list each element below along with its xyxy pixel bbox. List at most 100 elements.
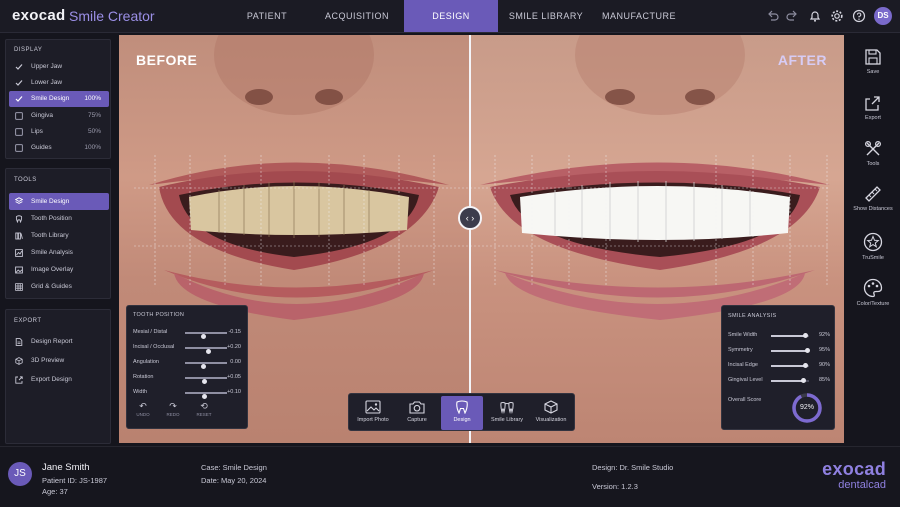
slider-knob[interactable]: [201, 364, 207, 369]
comparison-divider[interactable]: [469, 35, 471, 443]
reset-button[interactable]: ⟲ RESET: [192, 400, 216, 422]
tab-design[interactable]: DESIGN: [404, 0, 498, 32]
check-icon: [15, 80, 23, 86]
overall-score-label: Overall Score: [728, 397, 762, 403]
display-panel-title: DISPLAY: [14, 47, 43, 53]
export-panel: EXPORT Design Report 3D Preview Export D…: [5, 309, 111, 444]
divider-handle-icon[interactable]: ‹ ›: [458, 206, 482, 230]
slider-track[interactable]: [185, 332, 227, 339]
tab-acquisition[interactable]: ACQUISITION: [318, 0, 396, 32]
tab-patient[interactable]: PATIENT: [233, 0, 301, 32]
undo-button[interactable]: ↶ UNDO: [131, 400, 155, 422]
metric-bar: [771, 333, 809, 338]
trusmile-button[interactable]: TruSmile: [846, 232, 900, 261]
slider-label: Angulation: [133, 359, 159, 365]
smile-analysis-title: SMILE ANALYSIS: [728, 313, 777, 319]
export-3d-preview[interactable]: 3D Preview: [9, 353, 109, 369]
tool-image-overlay[interactable]: Image Overlay: [9, 262, 109, 278]
export-design[interactable]: Export Design: [9, 372, 109, 388]
show-distances-button[interactable]: Show Distances: [846, 185, 900, 212]
document-icon: [15, 338, 23, 346]
redo-icon[interactable]: [785, 9, 799, 23]
metric-value: 92%: [818, 332, 830, 338]
redo-button[interactable]: ↷ REDO: [161, 400, 185, 422]
export-item-label: Design Report: [31, 338, 73, 345]
tools-button[interactable]: Tools: [846, 140, 900, 167]
metric-symmetry: Symmetry 95%: [728, 346, 832, 356]
display-item-gingiva[interactable]: Gingiva 75%: [9, 108, 109, 124]
tool-tooth-position[interactable]: Tooth Position: [9, 211, 109, 227]
display-item-value: 100%: [84, 95, 101, 102]
slider-incisal-occlusal[interactable]: Incisal / Occlusal +0.20: [133, 343, 245, 354]
user-avatar[interactable]: DS: [874, 7, 892, 25]
tool-tooth-library[interactable]: Tooth Library: [9, 228, 109, 244]
slider-knob[interactable]: [202, 394, 208, 399]
metric-label: Symmetry: [728, 347, 753, 353]
display-item-smile-design[interactable]: Smile Design 100%: [9, 91, 109, 107]
gear-icon[interactable]: [830, 9, 844, 23]
tool-grid-guides[interactable]: Grid & Guides: [9, 279, 109, 295]
capture-button[interactable]: Capture: [396, 396, 438, 430]
toolbar-label: Design: [453, 417, 471, 423]
slider-value: -0.15: [228, 329, 241, 335]
tool-smile-design[interactable]: Smile Design: [9, 193, 109, 210]
design-button[interactable]: Design: [441, 396, 483, 430]
display-item-label: Gingiva: [31, 112, 54, 119]
patient-footer: JS Jane Smith Patient ID: JS-1987 Age: 3…: [0, 446, 900, 507]
slider-track[interactable]: [185, 392, 227, 399]
slider-rotation[interactable]: Rotation +0.05: [133, 373, 245, 384]
tools-icon: [864, 140, 882, 156]
checkbox-icon: [15, 128, 23, 136]
ruler-icon: [865, 186, 881, 202]
cube-icon: [15, 357, 23, 365]
tools-panel-title: TOOLS: [14, 177, 37, 183]
import-photo-button[interactable]: Import Photo: [352, 396, 394, 430]
slider-track[interactable]: [185, 362, 227, 369]
right-toolbar-label: Color/Texture: [856, 301, 890, 307]
help-icon[interactable]: [852, 9, 866, 23]
display-item-value: 100%: [84, 144, 101, 151]
slider-knob[interactable]: [202, 379, 208, 384]
right-toolbar: Save Export Tools Show Distances TruSmil…: [846, 35, 900, 335]
slider-track[interactable]: [185, 347, 227, 354]
toolbar-label: Visualization: [535, 417, 567, 423]
export-button[interactable]: Export: [846, 94, 900, 121]
display-item-label: Upper Jaw: [31, 63, 63, 70]
visualization-button[interactable]: Visualization: [530, 396, 572, 430]
display-panel: DISPLAY Upper Jaw Lower Jaw Smile Design…: [5, 39, 111, 159]
slider-label: Incisal / Occlusal: [133, 344, 175, 350]
undo-icon: ↶: [139, 401, 147, 411]
export-item-label: 3D Preview: [31, 357, 65, 364]
display-item-upper-jaw[interactable]: Upper Jaw: [9, 59, 109, 75]
slider-width[interactable]: Width +0.10: [133, 388, 245, 399]
smile-library-button[interactable]: Smile Library: [486, 396, 528, 430]
bell-icon[interactable]: [808, 9, 822, 23]
toolbar-label: Import Photo: [357, 417, 389, 423]
tool-label: Smile Analysis: [31, 249, 73, 256]
export-design-report[interactable]: Design Report: [9, 334, 109, 350]
top-bar: exocad Smile Creator PATIENT ACQUISITION…: [0, 0, 900, 33]
tab-smile-library[interactable]: SMILE LIBRARY: [507, 0, 585, 32]
metric-label: Incisal Edge: [728, 362, 758, 368]
undo-label: UNDO: [136, 412, 150, 417]
slider-angulation[interactable]: Angulation 0.00: [133, 358, 245, 369]
overall-score-value: 92%: [799, 404, 814, 411]
display-item-lips[interactable]: Lips 50%: [9, 124, 109, 140]
display-item-lower-jaw[interactable]: Lower Jaw: [9, 75, 109, 91]
tab-manufacture[interactable]: MANUFACTURE: [601, 0, 677, 32]
save-button[interactable]: Save: [846, 48, 900, 75]
export-icon: [15, 376, 23, 384]
slider-mesial-distal[interactable]: Mesial / Distal -0.15: [133, 328, 245, 339]
slider-track[interactable]: [185, 377, 227, 384]
slider-knob[interactable]: [201, 334, 207, 339]
display-item-guides[interactable]: Guides 100%: [9, 140, 109, 156]
undo-icon[interactable]: [766, 9, 780, 23]
metric-incisal-edge: Incisal Edge 90%: [728, 361, 832, 371]
slider-value: +0.20: [227, 344, 241, 350]
image-icon: [365, 400, 381, 414]
slider-knob[interactable]: [205, 349, 211, 354]
before-label: BEFORE: [136, 52, 198, 68]
tool-smile-analysis[interactable]: Smile Analysis: [9, 245, 109, 261]
color-texture-button[interactable]: Color/Texture: [846, 278, 900, 307]
right-toolbar-label: Save: [866, 69, 880, 75]
